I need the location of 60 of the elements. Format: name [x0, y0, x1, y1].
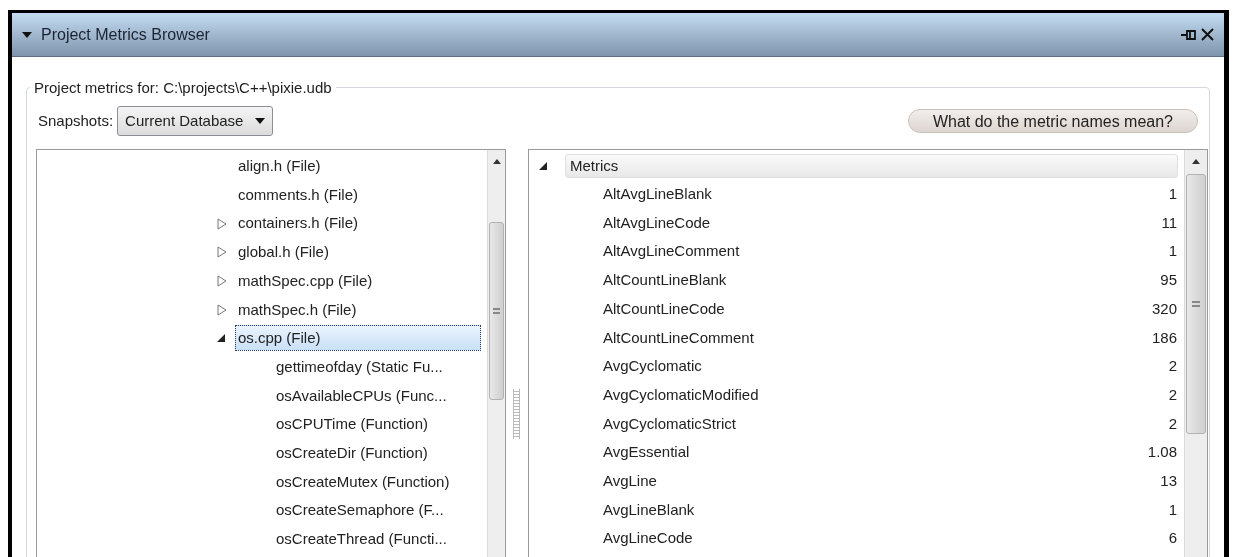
metrics-header[interactable]: Metrics — [564, 154, 1178, 178]
collapsed-caret-icon[interactable] — [217, 246, 227, 259]
metric-value: 11 — [1161, 212, 1177, 233]
caret-icon — [255, 118, 266, 124]
metric-value: 186 — [1151, 327, 1177, 348]
snapshots-label: Snapshots: — [38, 110, 114, 131]
collapsed-caret-icon[interactable] — [217, 275, 227, 288]
collapse-caret-icon[interactable] — [22, 31, 32, 38]
scroll-up-icon[interactable] — [1192, 159, 1200, 164]
tree-item[interactable]: osAvailableCPUs (Func... — [273, 384, 450, 408]
scroll-thumb[interactable] — [489, 222, 504, 400]
tree-item[interactable]: gettimeofday (Static Fu... — [273, 355, 446, 379]
tree-item[interactable]: mathSpec.h (File) — [235, 298, 360, 322]
metric-value: 6 — [1168, 528, 1177, 549]
tree-item[interactable]: global.h (File) — [235, 241, 332, 264]
tree-item[interactable]: osCreateSemaphore (F... — [273, 499, 447, 522]
help-button[interactable]: What do the metric names mean? — [907, 109, 1198, 133]
scrollbar[interactable] — [1184, 150, 1207, 557]
tree-item[interactable]: comments.h (File) — [235, 183, 362, 207]
metric-name: AvgEssential — [602, 442, 690, 463]
tree-item[interactable]: mathSpec.cpp (File) — [235, 269, 376, 293]
tree-item[interactable]: containers.h (File) — [235, 212, 362, 235]
close-icon[interactable] — [1201, 28, 1214, 41]
metric-name: AvgCyclomatic — [602, 356, 702, 377]
metric-value: 1 — [1168, 184, 1177, 205]
tree-item[interactable]: osCPUTime (Function) — [273, 413, 431, 436]
metric-name: AvgLineBlank — [602, 499, 695, 520]
collapsed-caret-icon[interactable] — [217, 303, 227, 316]
expanded-caret-icon[interactable] — [217, 334, 225, 343]
metric-name: AvgCyclomaticStrict — [602, 413, 736, 434]
expanded-caret-icon[interactable] — [538, 162, 547, 170]
metric-value: 320 — [1151, 298, 1177, 319]
scroll-thumb[interactable] — [1186, 174, 1206, 434]
metric-value: 2 — [1168, 356, 1177, 377]
metric-name: AvgCyclomaticModified — [602, 384, 759, 405]
tree-item[interactable]: osCreateThread (Functi... — [273, 528, 450, 551]
metric-name: AvgLineCode — [602, 528, 693, 549]
panel-title: Project Metrics Browser — [41, 24, 210, 45]
metric-value: 1 — [1168, 241, 1177, 262]
metric-name: AltAvgLineBlank — [602, 184, 712, 205]
metric-name: AltCountLineComment — [602, 327, 754, 348]
metric-name: AltCountLineBlank — [602, 270, 727, 291]
metric-name: AltCountLineCode — [602, 298, 725, 319]
metric-name: AltAvgLineComment — [602, 241, 740, 262]
scroll-up-icon[interactable] — [492, 159, 501, 164]
metric-value: 95 — [1160, 270, 1177, 291]
metric-value: 13 — [1160, 470, 1177, 491]
snapshots-dropdown[interactable]: Current Database — [117, 106, 274, 136]
metric-name: AvgLine — [602, 470, 657, 491]
tree-item[interactable]: os.cpp (File) — [235, 325, 481, 352]
tree-item[interactable]: osCreateDir (Function) — [273, 441, 431, 465]
collapsed-caret-icon[interactable] — [217, 217, 227, 230]
scrollbar[interactable] — [487, 150, 505, 557]
metric-value: 1 — [1168, 499, 1177, 520]
metric-name: AltAvgLineCode — [602, 212, 711, 233]
tree-item[interactable]: align.h (File) — [235, 155, 324, 178]
metric-value: 2 — [1168, 413, 1177, 434]
metric-value: 1.08 — [1147, 442, 1177, 463]
metric-value: 2 — [1168, 384, 1177, 405]
tree-item[interactable]: osCreateMutex (Function) — [273, 470, 453, 494]
